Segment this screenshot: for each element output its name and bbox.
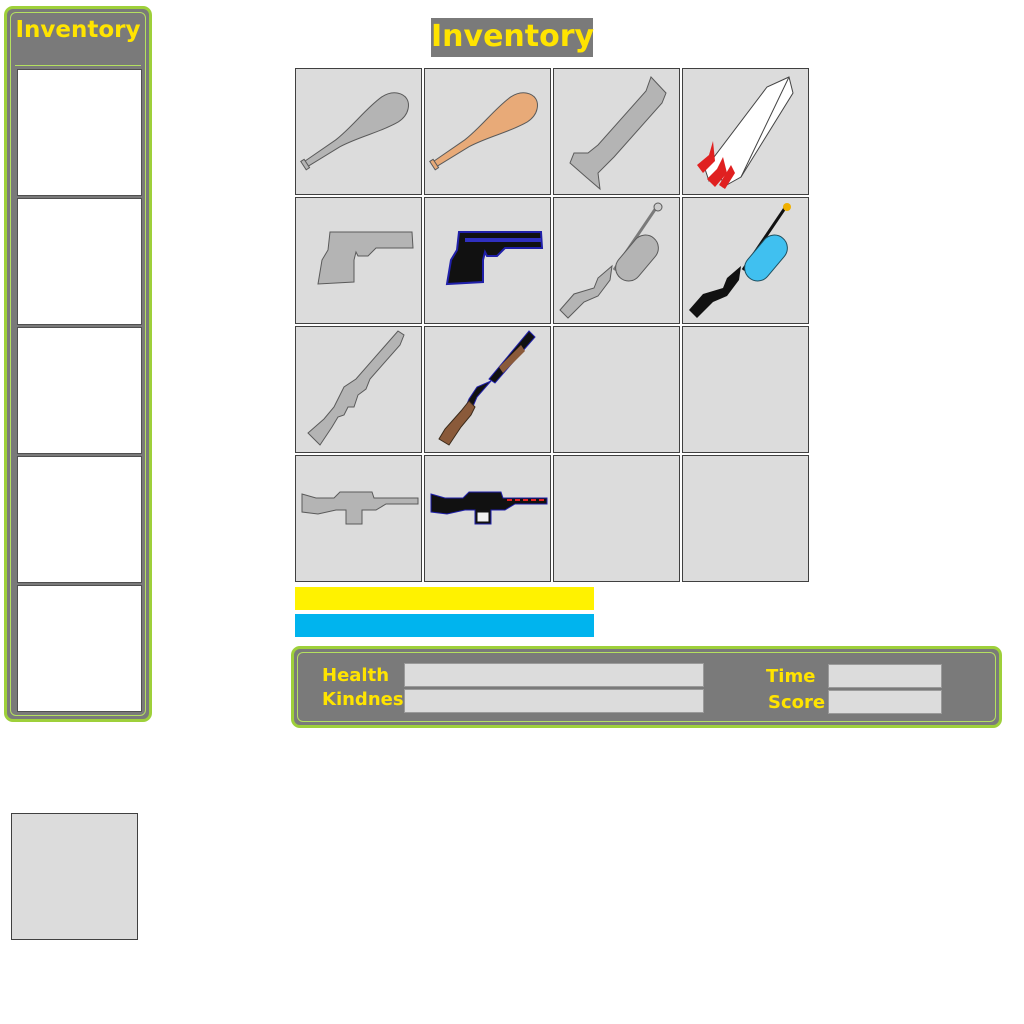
rocket-gray-icon [569,76,667,191]
baseball-bat-wood-icon [429,92,538,171]
side-slot-4[interactable] [17,456,142,583]
stats-panel: Health Kindness Time Score [291,646,1002,728]
pistol-black-blue-icon [445,231,544,286]
selected-item-slot[interactable] [11,813,138,940]
baseball-bat-gray-icon [300,92,409,171]
inventory-slot-14[interactable] [424,455,551,582]
side-slot-5[interactable] [17,585,142,712]
inventory-slot-15[interactable] [553,455,680,582]
health-label: Health [322,665,390,686]
inventory-slot-2[interactable] [424,68,551,195]
rocket-red-white-icon [697,76,794,189]
side-slot-3[interactable] [17,327,142,454]
inventory-slot-8[interactable] [682,197,809,324]
side-panel-title: Inventory [15,17,141,43]
water-gun-gray-icon [559,202,663,319]
inventory-slot-1[interactable] [295,68,422,195]
inventory-slot-13[interactable] [295,455,422,582]
inventory-slot-12[interactable] [682,326,809,453]
pistol-gray-icon [317,231,414,285]
shotgun-wood-icon [438,330,536,446]
inventory-slot-7[interactable] [553,197,680,324]
inventory-slot-9[interactable] [295,326,422,453]
water-gun-blue-icon [689,203,791,318]
inventory-slot-3[interactable] [553,68,680,195]
inventory-slot-6[interactable] [424,197,551,324]
score-field [828,690,942,714]
time-label: Time [766,666,816,687]
inventory-slot-11[interactable] [553,326,680,453]
side-inventory-panel: Inventory [4,6,152,722]
shotgun-gray-icon [307,330,405,446]
health-bar [295,614,594,637]
inventory-slot-5[interactable] [295,197,422,324]
side-slot-2[interactable] [17,198,142,325]
assault-rifle-black-icon [430,491,548,525]
kindness-label: Kindness [322,689,415,710]
side-slot-1[interactable] [17,69,142,196]
inventory-slot-10[interactable] [424,326,551,453]
time-field [828,664,942,688]
inventory-slot-4[interactable] [682,68,809,195]
kindness-bar [295,587,594,610]
health-field [404,663,704,687]
inventory-slot-16[interactable] [682,455,809,582]
score-label: Score [768,692,826,713]
assault-rifle-gray-icon [301,491,419,525]
side-title-divider [15,65,141,66]
kindness-field [404,689,704,713]
inventory-title: Inventory [431,18,594,57]
